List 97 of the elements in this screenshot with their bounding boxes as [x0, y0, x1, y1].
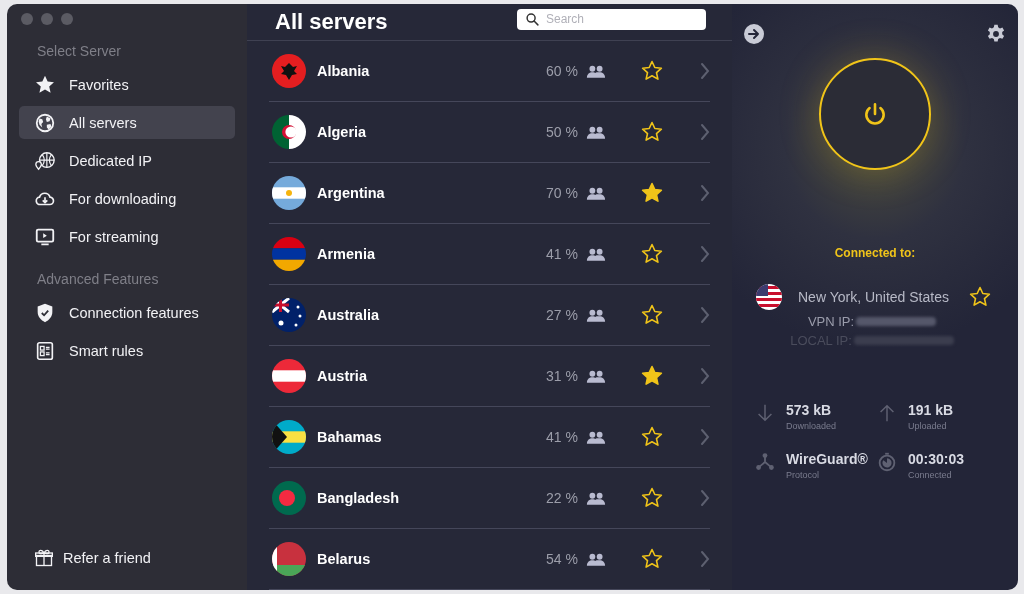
- stat-value: 00:30:03: [908, 451, 965, 467]
- stat-caption: Protocol: [786, 470, 821, 480]
- country-name: Argentina: [317, 185, 386, 201]
- server-load: 70 %: [546, 185, 578, 201]
- power-icon: [862, 101, 888, 127]
- flag-icon: [272, 359, 306, 393]
- users-icon: [586, 124, 606, 140]
- server-row[interactable]: Argentina 70 %: [269, 163, 710, 224]
- timer-icon: [876, 451, 898, 473]
- favorite-star-icon[interactable]: [640, 364, 664, 388]
- search-field[interactable]: Search: [517, 8, 706, 30]
- favorite-star-icon[interactable]: [640, 120, 664, 144]
- favorite-star-icon[interactable]: [640, 486, 664, 510]
- users-icon: [586, 429, 606, 445]
- ip-label: VPN IP:: [807, 314, 855, 329]
- flag-icon: [272, 481, 306, 515]
- country-name: Armenia: [317, 246, 377, 262]
- list-title: All servers: [275, 9, 388, 35]
- chevron-icon: [700, 245, 710, 263]
- chevron-icon: [700, 428, 710, 446]
- favorite-star-icon[interactable]: [640, 547, 664, 571]
- favorite-star-icon[interactable]: [640, 425, 664, 449]
- favorite-star-icon[interactable]: [968, 285, 992, 309]
- sidebar-item[interactable]: Dedicated IP: [19, 144, 235, 177]
- flag-icon: [756, 284, 782, 310]
- chevron-icon: [700, 489, 710, 507]
- favorite-star-icon[interactable]: [640, 242, 664, 266]
- server-load: 50 %: [546, 124, 578, 140]
- flag-icon: [272, 176, 306, 210]
- search-icon: [526, 12, 539, 26]
- server-row[interactable]: Austria 31 %: [269, 346, 710, 407]
- country-name: Belarus: [317, 551, 372, 567]
- users-icon: [586, 490, 606, 506]
- chevron-icon: [700, 184, 710, 202]
- chevron-icon: [700, 306, 710, 324]
- favorite-star-icon[interactable]: [640, 181, 664, 205]
- country-name: Australia: [317, 307, 381, 323]
- server-load: 27 %: [546, 307, 578, 323]
- server-load: 41 %: [546, 429, 578, 445]
- users-icon: [586, 246, 606, 262]
- country-name: Austria: [317, 368, 368, 384]
- sidebar-item[interactable]: Smart rules: [19, 334, 235, 367]
- checklist-icon: [34, 339, 56, 362]
- stat-caption: Uploaded: [908, 421, 948, 431]
- chevron-icon: [700, 123, 710, 141]
- stat-caption: Connected: [908, 470, 953, 480]
- connection-status: Connected to:: [834, 246, 916, 260]
- settings-icon[interactable]: [986, 24, 1006, 44]
- section-heading: Advanced Features: [36, 270, 160, 289]
- server-load: 31 %: [546, 368, 578, 384]
- gift-icon: [34, 547, 54, 568]
- stat-value: 573 kB: [786, 402, 833, 418]
- sidebar-item[interactable]: For streaming: [19, 220, 235, 253]
- chevron-icon: [700, 62, 710, 80]
- users-icon: [586, 551, 606, 567]
- country-name: Algeria: [317, 124, 368, 140]
- favorite-star-icon[interactable]: [640, 59, 664, 83]
- users-icon: [586, 307, 606, 323]
- nodes-icon: [754, 451, 776, 473]
- stat-caption: Downloaded: [786, 421, 837, 431]
- chevron-icon: [700, 367, 710, 385]
- country-name: Albania: [317, 63, 371, 79]
- country-name: Bahamas: [317, 429, 383, 445]
- flag-icon: [272, 420, 306, 454]
- server-load: 54 %: [546, 551, 578, 567]
- server-row[interactable]: Bangladesh 22 %: [269, 468, 710, 529]
- server-row[interactable]: Bahamas 41 %: [269, 407, 710, 468]
- globe-pin-icon: [34, 149, 56, 172]
- sidebar-item[interactable]: Connection features: [19, 296, 235, 329]
- server-row[interactable]: Belarus 54 %: [269, 529, 710, 590]
- flag-icon: [272, 298, 306, 332]
- server-row[interactable]: Albania 60 %: [269, 41, 710, 102]
- sidebar-item[interactable]: All servers: [19, 106, 235, 139]
- favorite-star-icon[interactable]: [640, 303, 664, 327]
- flag-icon: [272, 54, 306, 88]
- flag-icon: [272, 237, 306, 271]
- server-row[interactable]: Algeria 50 %: [269, 102, 710, 163]
- server-row[interactable]: Armenia 41 %: [269, 224, 710, 285]
- section-heading: Select Server: [36, 42, 123, 61]
- globe-icon: [34, 111, 56, 134]
- stat-value: WireGuard®: [786, 451, 868, 467]
- sidebar-item[interactable]: For downloading: [19, 182, 235, 215]
- flag-icon: [272, 115, 306, 149]
- flag-icon: [272, 542, 306, 576]
- country-name: Bangladesh: [317, 490, 401, 506]
- server-load: 22 %: [546, 490, 578, 506]
- sidebar-item[interactable]: Favorites: [19, 68, 235, 101]
- server-load: 41 %: [546, 246, 578, 262]
- server-load: 60 %: [546, 63, 578, 79]
- stat-value: 191 kB: [908, 402, 954, 418]
- server-location: New York, United States: [798, 289, 950, 305]
- server-row[interactable]: Australia 27 %: [269, 285, 710, 346]
- users-icon: [586, 368, 606, 384]
- users-icon: [586, 63, 606, 79]
- users-icon: [586, 185, 606, 201]
- chevron-icon: [700, 550, 710, 568]
- refer-link[interactable]: Refer a friend: [19, 541, 235, 574]
